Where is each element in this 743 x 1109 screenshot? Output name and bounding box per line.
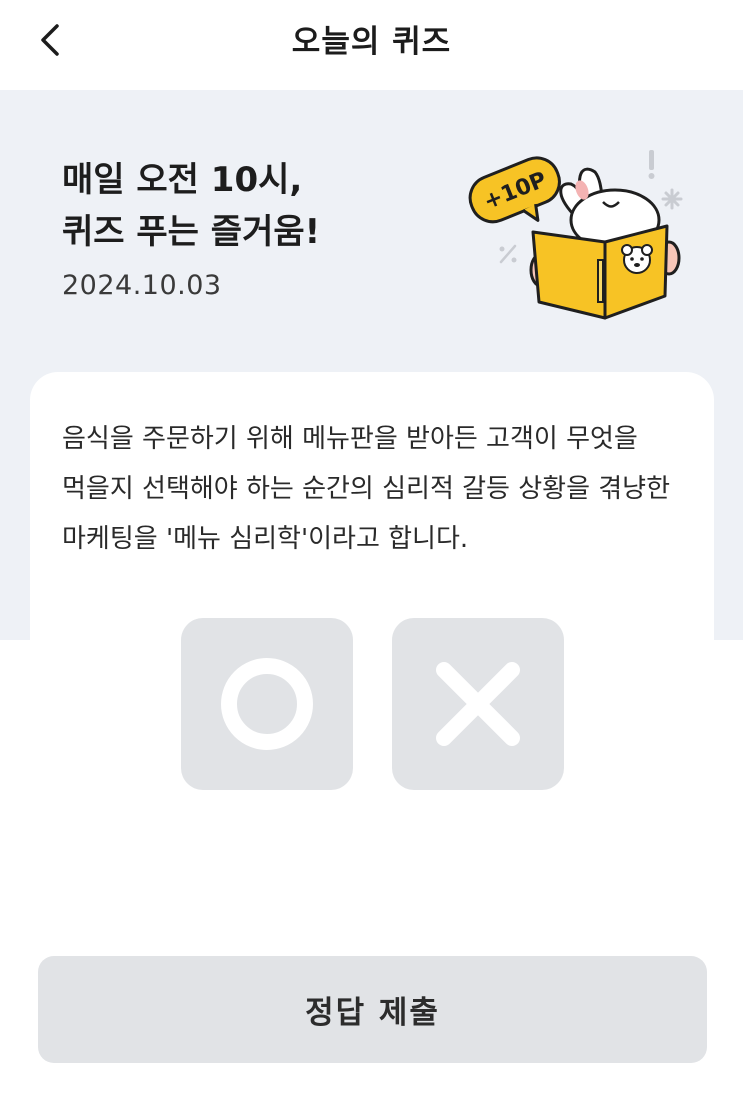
hero-title: 매일 오전 10시, 퀴즈 푸는 즐거움! <box>62 154 320 258</box>
hero-title-line1: 매일 오전 10시, <box>62 160 303 200</box>
question-text: 음식을 주문하기 위해 메뉴판을 받아든 고객이 무엇을 먹을지 선택해야 하는… <box>62 424 671 554</box>
circle-o-icon <box>221 658 313 750</box>
quiz-date: 2024.10.03 <box>62 270 222 301</box>
submit-answer-button[interactable]: 정답 제출 <box>38 956 707 1063</box>
quiz-screen: 오늘의 퀴즈 매일 오전 10시, 퀴즈 푸는 즐거움! 2024.10.03 <box>0 0 743 1109</box>
question-card: 음식을 주문하기 위해 메뉴판을 받아든 고객이 무엇을 먹을지 선택해야 하는… <box>30 372 714 672</box>
answer-o-button[interactable] <box>181 618 353 790</box>
cross-x-icon <box>436 662 520 746</box>
answer-x-button[interactable] <box>392 618 564 790</box>
hero-title-line2: 퀴즈 푸는 즐거움! <box>62 212 321 252</box>
page-title: 오늘의 퀴즈 <box>291 24 452 60</box>
rabbit-reading-book-illustration: +10P <box>468 150 683 320</box>
top-bar: 오늘의 퀴즈 <box>0 0 743 90</box>
